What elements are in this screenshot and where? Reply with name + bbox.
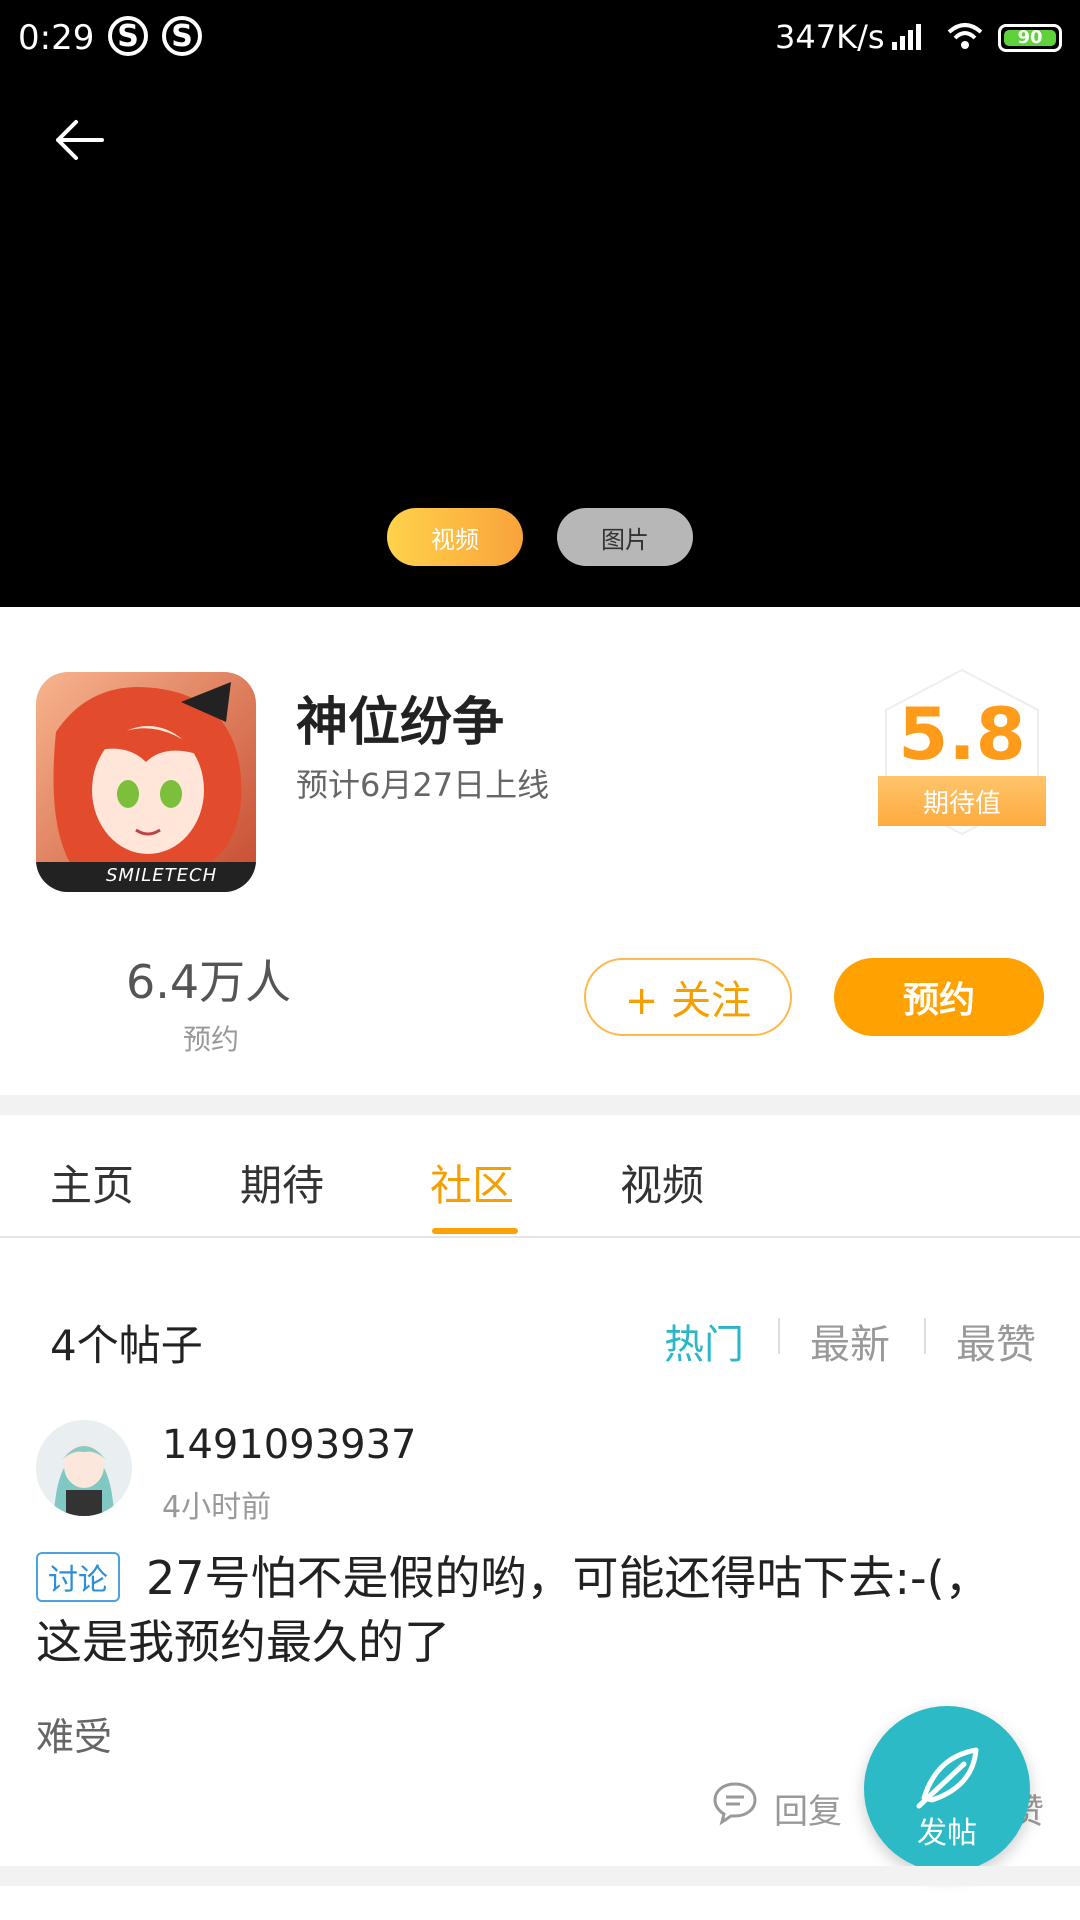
tab-video[interactable]: 视频 [620,1152,704,1213]
expectation-score: 5.8 [898,692,1026,776]
app-s-icon: S [108,16,148,56]
status-time: 0:29 [18,18,95,58]
tab-divider [0,1236,1080,1238]
sort-separator-2 [924,1318,926,1354]
post-tag: 讨论 [36,1552,120,1602]
reservations-label: 预约 [183,1023,240,1056]
sort-separator [778,1318,780,1354]
expectation-label: 期待值 [878,776,1046,826]
reply-button[interactable]: 回复 [774,1784,842,1833]
wifi-icon [947,23,983,49]
game-title: 神位纷争 [296,693,505,753]
back-arrow-icon[interactable] [50,110,110,170]
post-title[interactable]: 27号怕不是假的哟，可能还得咕下去:-(，这是我预约最久的了 [36,1546,1036,1674]
game-icon: SMILETECH [36,672,256,892]
new-post-fab[interactable]: 发帖 [864,1706,1030,1872]
post-username[interactable]: 1491093937 [162,1422,417,1468]
media-hero[interactable] [0,0,1080,607]
post-count: 4个帖子 [50,1321,203,1370]
follow-button[interactable]: + 关注 [584,958,792,1036]
battery-icon: 90 [998,24,1062,52]
app-s-icon-2: S [162,16,202,56]
avatar[interactable] [36,1420,132,1516]
tab-active-indicator [432,1228,518,1234]
network-speed: 347K/s [775,18,885,56]
sort-hot[interactable]: 热门 [664,1312,744,1370]
reserve-button[interactable]: 预约 [834,958,1044,1036]
tab-expectation[interactable]: 期待 [240,1152,324,1213]
release-date: 预计6月27日上线 [296,766,550,804]
signal-icon [892,24,921,50]
bottom-divider [0,1866,1080,1886]
section-divider [0,1095,1080,1115]
tab-home[interactable]: 主页 [50,1152,134,1213]
sort-most-liked[interactable]: 最赞 [956,1312,1036,1370]
media-tab-image[interactable]: 图片 [557,508,693,566]
media-tab-video[interactable]: 视频 [387,508,523,566]
comment-icon[interactable] [710,1778,760,1828]
post-time: 4小时前 [162,1490,272,1525]
reservations-count: 6.4万人 [126,955,292,1009]
expectation-score-badge: 5.8 期待值 [878,668,1046,836]
battery-level: 90 [1017,27,1043,48]
sort-newest[interactable]: 最新 [810,1312,890,1370]
new-post-label: 发帖 [917,1816,977,1851]
post-excerpt[interactable]: 难受 [36,1706,112,1761]
tab-community[interactable]: 社区 [430,1152,514,1213]
game-icon-caption: SMILETECH [106,865,218,886]
